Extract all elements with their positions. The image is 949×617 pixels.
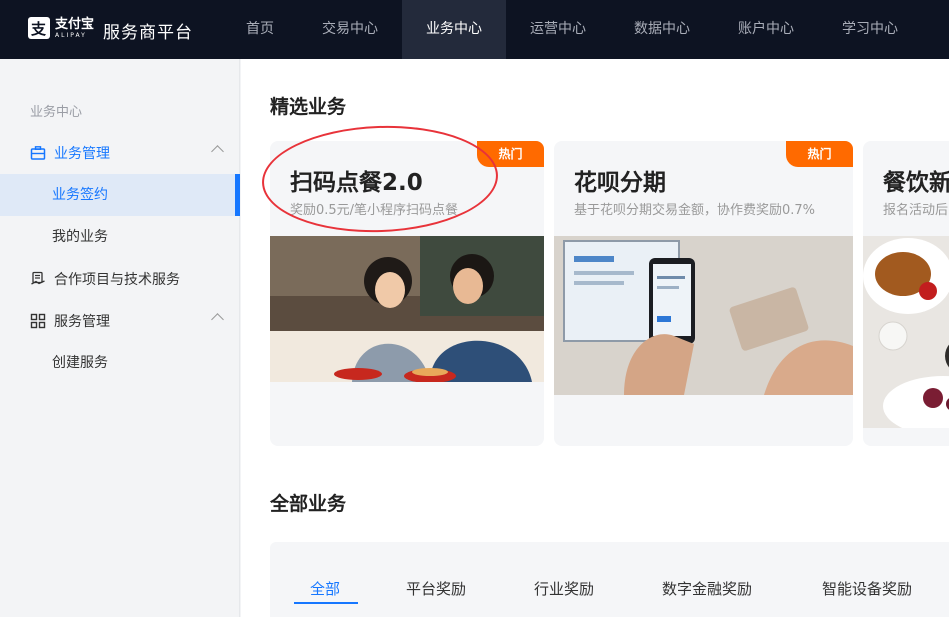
nav-item-operations-center[interactable]: 运营中心 <box>506 0 610 59</box>
card-description: 基于花呗分期交易金额，协作费奖励0.7% <box>574 203 816 218</box>
all-business-section-title: 全部业务 <box>270 493 347 515</box>
logo-cn-text: 支付宝 <box>55 16 95 32</box>
card-title: 餐饮新 <box>883 170 949 196</box>
business-tabs: 全部 平台奖励 行业奖励 数字金融奖励 智能设备奖励 <box>270 542 949 617</box>
platform-title: 服务商平台 <box>103 23 193 43</box>
tab-platform-rewards[interactable]: 平台奖励 <box>406 578 466 599</box>
active-tab-underline <box>294 602 358 604</box>
restaurant-dishes-photo <box>863 236 949 428</box>
sidebar-group-label: 合作项目与技术服务 <box>54 272 180 288</box>
tab-digital-finance-rewards[interactable]: 数字金融奖励 <box>662 578 752 599</box>
featured-section-title: 精选业务 <box>270 96 347 118</box>
nav-item-business-center[interactable]: 业务中心 <box>402 0 506 59</box>
logo-en-text: ALIPAY <box>55 31 87 39</box>
chevron-up-icon <box>211 145 224 158</box>
tab-industry-rewards[interactable]: 行业奖励 <box>534 578 594 599</box>
sidebar: 业务中心 业务管理 业务签约 我的业务 合作项目与技术服务 服务管理 创建服务 <box>0 59 240 617</box>
main-nav: 首页 交易中心 业务中心 运营中心 数据中心 账户中心 学习中心 <box>222 0 922 59</box>
nav-item-home[interactable]: 首页 <box>222 0 298 59</box>
tab-smart-device-rewards[interactable]: 智能设备奖励 <box>822 578 912 599</box>
sidebar-heading: 业务中心 <box>30 105 83 120</box>
nav-item-trade-center[interactable]: 交易中心 <box>298 0 402 59</box>
grid-apps-icon <box>30 313 46 329</box>
sidebar-group-label: 业务管理 <box>54 146 110 162</box>
main-content: 精选业务 热门 扫码点餐2.0 奖励0.5元/笔小程序扫码点餐 热门 花呗分期 … <box>241 59 949 617</box>
sidebar-group-business-management[interactable]: 业务管理 <box>0 132 240 174</box>
top-navigation-bar: 支付宝 ALIPAY 服务商平台 首页 交易中心 业务中心 运营中心 数据中心 … <box>0 0 949 59</box>
sidebar-item-create-service[interactable]: 创建服务 <box>0 342 240 384</box>
hot-badge: 热门 <box>786 141 853 167</box>
tab-all[interactable]: 全部 <box>310 578 340 599</box>
couple-eating-noodles-photo <box>270 236 544 382</box>
sidebar-group-cooperation-projects[interactable]: 合作项目与技术服务 <box>0 258 240 300</box>
sidebar-item-business-signing[interactable]: 业务签约 <box>0 174 240 216</box>
nav-item-account-center[interactable]: 账户中心 <box>714 0 818 59</box>
sidebar-group-label: 服务管理 <box>54 314 110 330</box>
business-card-catering[interactable]: 餐饮新 报名活动后 <box>863 141 949 446</box>
card-title: 花呗分期 <box>574 170 666 196</box>
nav-item-data-center[interactable]: 数据中心 <box>610 0 714 59</box>
phone-payment-photo <box>554 236 853 395</box>
sidebar-item-my-business[interactable]: 我的业务 <box>0 216 240 258</box>
handshake-icon <box>31 271 45 285</box>
card-description: 报名活动后 <box>883 203 949 218</box>
nav-item-learning-center[interactable]: 学习中心 <box>818 0 922 59</box>
alipay-logo[interactable]: 支付宝 ALIPAY <box>28 17 94 39</box>
business-card-huabei-installment[interactable]: 热门 花呗分期 基于花呗分期交易金额，协作费奖励0.7% <box>554 141 853 446</box>
sidebar-group-service-management[interactable]: 服务管理 <box>0 300 240 342</box>
briefcase-icon <box>30 146 46 160</box>
alipay-logo-icon <box>28 17 50 39</box>
chevron-up-icon <box>211 313 224 326</box>
